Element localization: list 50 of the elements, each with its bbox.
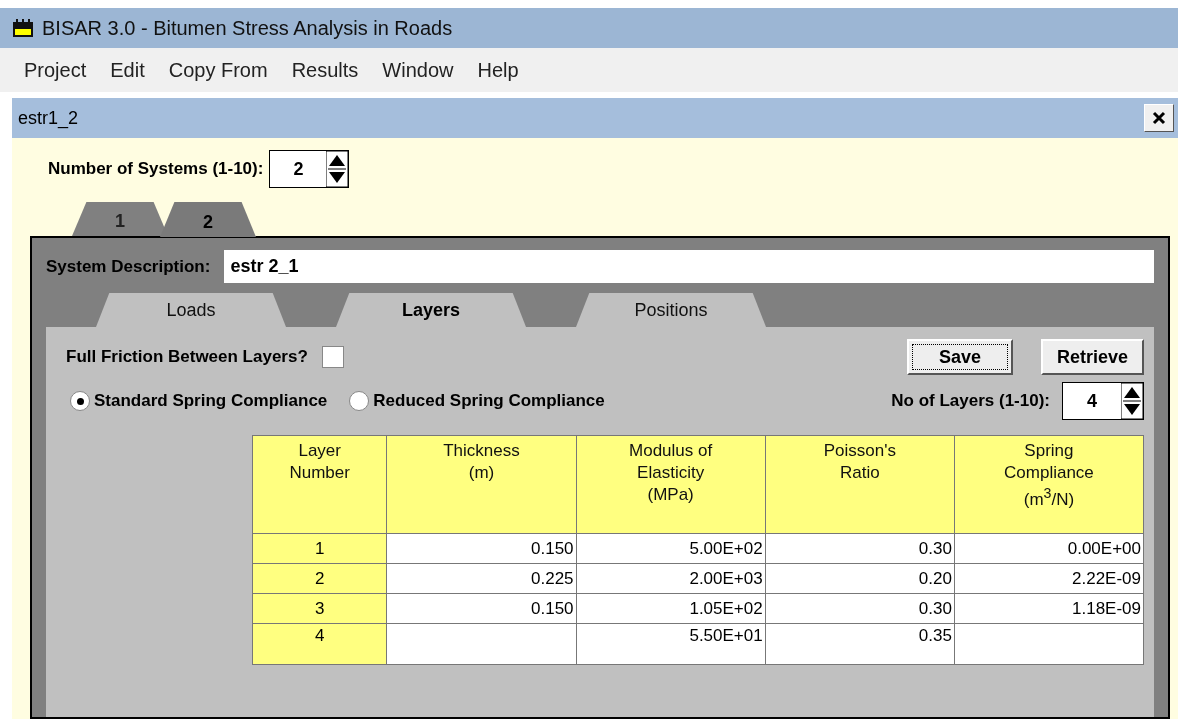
- tab[interactable]: Layers: [336, 293, 526, 327]
- column-header: Thickness (m): [386, 435, 577, 534]
- table-cell: 2.22E-09: [954, 563, 1144, 594]
- action-button[interactable]: Save: [906, 339, 1013, 375]
- radio-label[interactable]: Reduced Spring Compliance: [373, 391, 605, 411]
- column-header: Modulus of Elasticity (MPa): [576, 435, 766, 534]
- description-label: System Description:: [46, 256, 211, 277]
- row-number: 3: [252, 593, 387, 624]
- calendar-icon: [12, 18, 34, 38]
- table-cell: 0.30: [765, 533, 955, 564]
- radio-label[interactable]: Standard Spring Compliance: [94, 391, 328, 411]
- menu-item[interactable]: Copy From: [156, 58, 280, 82]
- tab[interactable]: Positions: [576, 293, 766, 327]
- systems-label: Number of Systems (1-10):: [48, 159, 264, 179]
- row-number: 2: [252, 563, 387, 594]
- menu-item[interactable]: Edit: [98, 58, 157, 82]
- table-cell: 5.50E+01: [576, 623, 766, 665]
- table-cell: 0.00E+00: [954, 533, 1144, 564]
- table-cell: 0.20: [765, 563, 955, 594]
- row-number: 1: [252, 533, 387, 564]
- menu-item[interactable]: Results: [279, 58, 371, 82]
- table-cell: 1.18E-09: [954, 593, 1144, 624]
- friction-label: Full Friction Between Layers?: [66, 347, 308, 367]
- menu-item[interactable]: Window: [370, 58, 466, 82]
- menu-item[interactable]: Help: [465, 58, 531, 82]
- checkbox[interactable]: [321, 346, 344, 368]
- table-cell: 0.30: [765, 593, 955, 624]
- close-icon: [1151, 110, 1167, 126]
- column-header: Layer Number: [252, 435, 387, 534]
- window-title: BISAR 3.0 - Bitumen Stress Analysis in Roads: [42, 16, 453, 40]
- radio-button[interactable]: [70, 391, 90, 411]
- system-tab[interactable]: 2: [160, 202, 256, 237]
- table-cell: 1.05E+02: [576, 593, 766, 624]
- action-button[interactable]: Retrieve: [1040, 339, 1144, 375]
- table-cell: 2.00E+03: [576, 563, 766, 594]
- table-cell: 0.150: [386, 593, 577, 624]
- tab[interactable]: Loads: [96, 293, 286, 327]
- layers-label: No of Layers (1-10):: [891, 391, 1050, 411]
- table-cell: 0.225: [386, 563, 577, 594]
- menu-item[interactable]: Project: [12, 58, 99, 82]
- table-cell: 5.00E+02: [576, 533, 766, 564]
- description-field[interactable]: estr 2_1: [224, 250, 1154, 283]
- radio-button[interactable]: [349, 391, 370, 411]
- column-header: Spring Compliance (m$^{3}$/N): [954, 435, 1144, 534]
- close-button[interactable]: [1144, 104, 1174, 132]
- table-cell: 0.150: [386, 533, 577, 564]
- document-title: estr1_2: [18, 107, 80, 129]
- table-cell: 0.35: [765, 623, 955, 665]
- column-header: Poisson's Ratio: [765, 435, 955, 534]
- row-number: 4: [252, 623, 387, 665]
